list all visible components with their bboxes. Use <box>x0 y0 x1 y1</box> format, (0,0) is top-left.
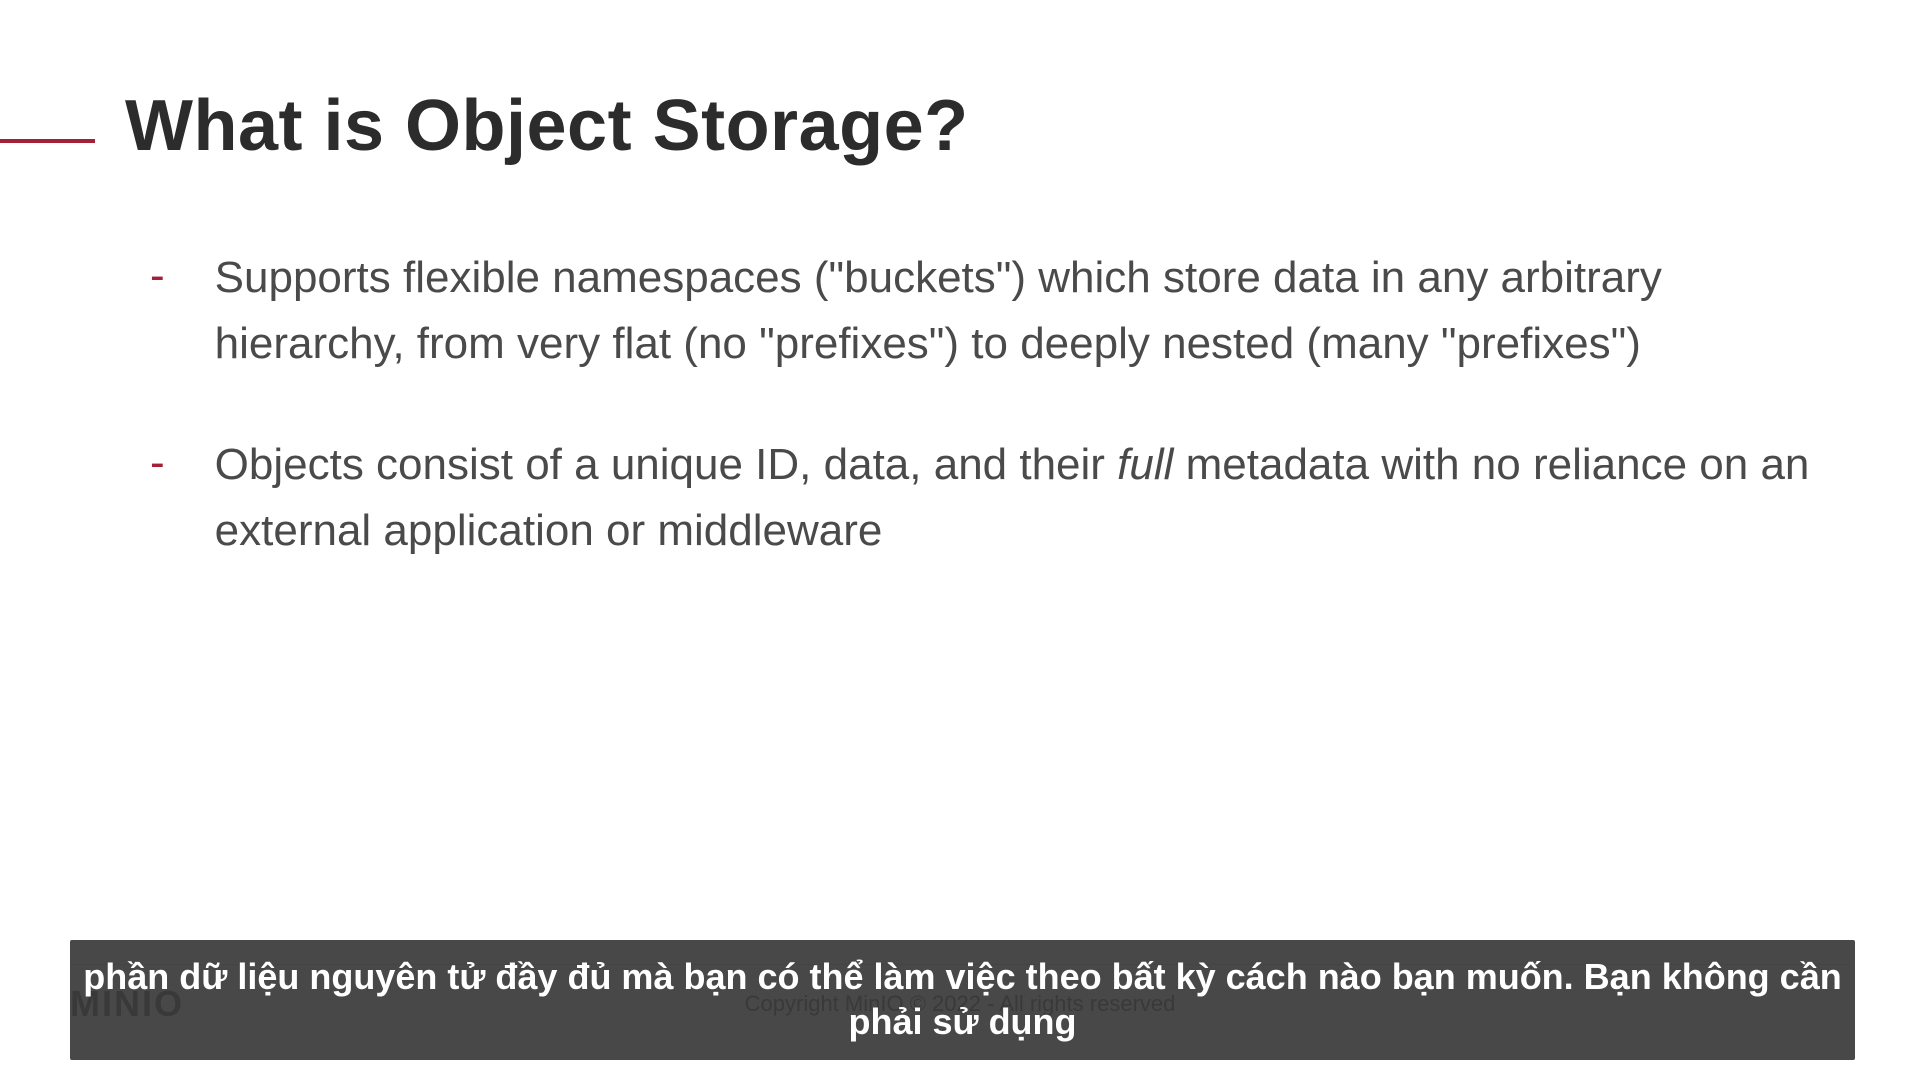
bullet-list: - Supports flexible namespaces ("buckets… <box>150 245 1840 619</box>
bullet-item: - Supports flexible namespaces ("buckets… <box>150 245 1840 377</box>
bullet-item: - Objects consist of a unique ID, data, … <box>150 432 1840 564</box>
bullet-text-before: Supports flexible namespaces ("buckets")… <box>215 253 1662 368</box>
slide-header: What is Object Storage? <box>0 85 1920 167</box>
bullet-dash: - <box>150 432 165 494</box>
accent-line <box>0 139 95 143</box>
bullet-dash: - <box>150 245 165 307</box>
bullet-text: Supports flexible namespaces ("buckets")… <box>215 245 1840 377</box>
bullet-text-italic: full <box>1117 440 1173 489</box>
bullet-text-before: Objects consist of a unique ID, data, an… <box>215 440 1118 489</box>
bullet-text: Objects consist of a unique ID, data, an… <box>215 432 1840 564</box>
subtitle-caption: phần dữ liệu nguyên tử đầy đủ mà bạn có … <box>70 940 1855 1060</box>
slide-title: What is Object Storage? <box>125 85 969 167</box>
slide: What is Object Storage? - Supports flexi… <box>0 0 1920 1080</box>
